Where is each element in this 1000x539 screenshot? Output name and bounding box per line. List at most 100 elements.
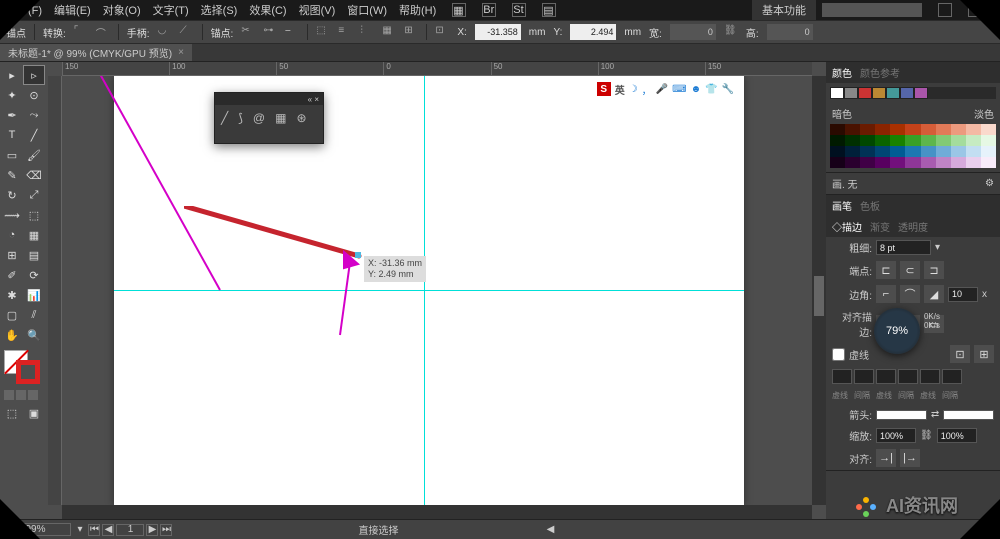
ime-tool-icon[interactable]: 🔧 <box>722 84 734 95</box>
coord-ref-icon[interactable]: ⊡ <box>435 25 449 39</box>
dash-align-2[interactable]: ⊞ <box>974 345 994 363</box>
pixel-icon[interactable]: ⊞ <box>404 25 418 39</box>
brush-tab[interactable]: 画. 无 <box>832 176 858 191</box>
menu-view[interactable]: 视图(V) <box>299 2 336 18</box>
ime-keyboard-icon[interactable]: ⌨ <box>672 84 686 95</box>
magic-wand-tool[interactable]: ✦ <box>2 86 22 104</box>
shape-builder-tool[interactable]: ◔ <box>2 226 22 244</box>
none-mode-btn[interactable] <box>28 390 38 400</box>
align-h-icon[interactable]: ≡ <box>338 25 352 39</box>
shaper-tool[interactable]: ✎ <box>2 166 22 184</box>
anchor-remove-icon[interactable]: ✂ <box>241 25 255 39</box>
cap-round-icon[interactable]: ⊂ <box>900 261 920 279</box>
color-guide-tab[interactable]: 颜色参考 <box>860 65 900 80</box>
menu-text[interactable]: 文字(T) <box>153 2 189 18</box>
menu-window[interactable]: 窗口(W) <box>347 2 387 18</box>
prev-page-icon[interactable]: ◀ <box>102 524 114 536</box>
color-harmony-grid[interactable] <box>826 124 1000 172</box>
miter-limit-input[interactable] <box>948 287 978 302</box>
lasso-tool[interactable]: ⊙ <box>24 86 44 104</box>
close-icon[interactable]: × <box>178 47 184 58</box>
y-value[interactable]: 2.494 <box>570 24 616 40</box>
graph-tool[interactable]: 📊 <box>24 286 44 304</box>
zoom-tool[interactable]: 🔍 <box>24 326 44 344</box>
line-tool[interactable]: ╱ <box>24 126 44 144</box>
ruler-horizontal[interactable]: 15010050050100150 <box>62 62 812 76</box>
last-page-icon[interactable]: ⏭ <box>160 524 172 536</box>
link-wh-icon[interactable]: ⛓ <box>724 25 738 39</box>
corner-miter-icon[interactable]: ⌐ <box>876 285 896 303</box>
weight-input[interactable] <box>876 240 931 255</box>
crop-icon[interactable]: ▦ <box>382 25 396 39</box>
transparency-tab[interactable]: 透明度 <box>898 219 928 234</box>
dashed-checkbox[interactable] <box>832 347 845 362</box>
anchor-cut-icon[interactable]: ⎯ <box>285 25 299 39</box>
first-page-icon[interactable]: ⏮ <box>88 524 100 536</box>
dash-3[interactable] <box>920 369 940 384</box>
doc-tab[interactable]: 未标题-1* @ 99% (CMYK/GPU 预览) × <box>0 44 192 61</box>
cap-butt-icon[interactable]: ⊏ <box>876 261 896 279</box>
panel-menu-icon[interactable]: « <box>308 95 312 104</box>
spiral-icon[interactable]: @ <box>253 111 265 125</box>
menu-edit[interactable]: 编辑(E) <box>54 2 91 18</box>
workspace-switcher[interactable]: 基本功能 <box>752 0 816 20</box>
dash-align-1[interactable]: ⊡ <box>950 345 970 363</box>
ruler-vertical[interactable] <box>48 76 62 505</box>
stroke-tab[interactable]: ◇描边 <box>832 219 862 234</box>
perspective-tool[interactable]: ▦ <box>24 226 44 244</box>
ime-toolbar[interactable]: S 英 ☽ ， 🎤 ⌨ ☻ 👕 🔧 <box>593 80 738 98</box>
handle-show-icon[interactable]: ◡ <box>158 25 172 39</box>
arrow-align-2[interactable]: |→ <box>900 449 920 467</box>
corner-bevel-icon[interactable]: ◢ <box>924 285 944 303</box>
polar-grid-icon[interactable]: ⊛ <box>296 111 306 125</box>
ime-skin-icon[interactable]: 👕 <box>705 84 717 95</box>
rectangle-tool[interactable]: ▭ <box>2 146 22 164</box>
arrow-align-1[interactable]: →| <box>876 449 896 467</box>
arrange-icon[interactable] <box>938 3 952 17</box>
x-value[interactable]: -31.358 <box>475 24 521 40</box>
slice-tool[interactable]: ⫽ <box>24 306 44 324</box>
eyedropper-tool[interactable]: ✐ <box>2 266 22 284</box>
eraser-tool[interactable]: ⌫ <box>24 166 44 184</box>
scale-tool[interactable]: ⤢ <box>24 186 44 204</box>
arrow-start[interactable] <box>876 410 927 420</box>
selection-tool[interactable]: ▸ <box>2 66 22 84</box>
menu-icon-1[interactable]: ▦ <box>452 3 466 17</box>
mesh-tool[interactable]: ⊞ <box>2 246 22 264</box>
dash-2[interactable] <box>876 369 896 384</box>
page-number[interactable]: 1 <box>116 524 144 536</box>
scroll-left-icon[interactable]: ◀ <box>547 524 555 535</box>
color-tab[interactable]: 颜色 <box>832 65 852 80</box>
menu-icon-3[interactable]: St <box>512 3 526 17</box>
handle-hide-icon[interactable]: ⟋ <box>180 25 194 39</box>
menu-effect[interactable]: 效果(C) <box>249 2 286 18</box>
ime-mic-icon[interactable]: 🎤 <box>656 84 668 95</box>
isolate-icon[interactable]: ⬚ <box>316 25 330 39</box>
corner-round-icon[interactable]: ⌒ <box>900 285 920 303</box>
gradient-tool[interactable]: ▤ <box>24 246 44 264</box>
direct-selection-tool[interactable]: ▹ <box>24 66 44 84</box>
next-page-icon[interactable]: ▶ <box>146 524 158 536</box>
scrollbar-horizontal[interactable] <box>62 505 812 519</box>
artboard[interactable]: X: -31.36 mmY: 2.49 mm « × ╱ ⟆ @ ▦ ⊛ S <box>114 76 744 505</box>
gradient-mode-btn[interactable] <box>16 390 26 400</box>
screen-mode[interactable]: ⬚ <box>2 404 22 422</box>
symbol-sprayer-tool[interactable]: ✱ <box>2 286 22 304</box>
paintbrush-tool[interactable]: 🖌 <box>24 146 44 164</box>
gap-3[interactable] <box>942 369 962 384</box>
menu-icon-4[interactable]: ▤ <box>542 3 556 17</box>
anchor-connect-icon[interactable]: ⊶ <box>263 25 277 39</box>
convert-corner-icon[interactable]: ⌜ <box>74 25 88 39</box>
menu-icon-2[interactable]: Br <box>482 3 496 17</box>
arc-icon[interactable]: ⟆ <box>238 111 243 125</box>
scrollbar-vertical[interactable] <box>812 76 826 505</box>
panel-close-icon[interactable]: × <box>314 95 319 104</box>
align-v-icon[interactable]: ⫶ <box>360 25 374 39</box>
h-value[interactable]: 0 <box>767 24 813 40</box>
gap-2[interactable] <box>898 369 918 384</box>
guide-vertical[interactable] <box>424 76 425 505</box>
width-tool[interactable]: ⟿ <box>2 206 22 224</box>
canvas-viewport[interactable]: X: -31.36 mmY: 2.49 mm « × ╱ ⟆ @ ▦ ⊛ S <box>62 76 812 505</box>
color-base-swatches[interactable] <box>826 83 1000 103</box>
gradient-tab[interactable]: 渐变 <box>870 219 890 234</box>
